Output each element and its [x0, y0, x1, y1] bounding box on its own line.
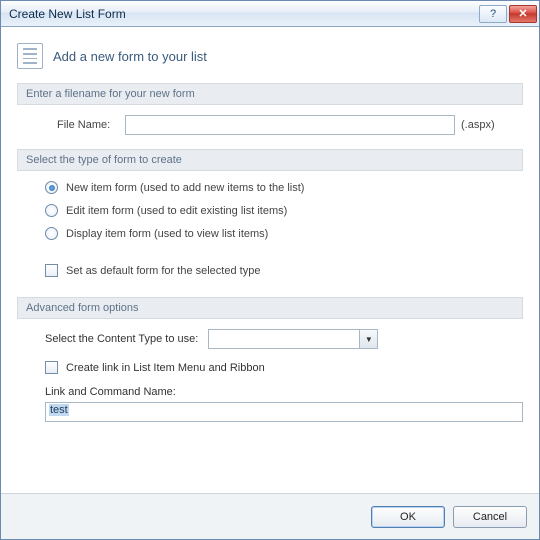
window-title: Create New List Form — [9, 7, 477, 21]
dialog-subtitle: Add a new form to your list — [53, 49, 207, 64]
link-name-label: Link and Command Name: — [45, 386, 176, 398]
radio-label: Edit item form (used to edit existing li… — [66, 205, 287, 217]
radio-icon — [45, 204, 58, 217]
filename-section: Enter a filename for your new form File … — [17, 83, 523, 135]
help-button[interactable]: ? — [479, 5, 507, 23]
advanced-section: Advanced form options Select the Content… — [17, 297, 523, 422]
help-icon: ? — [490, 8, 496, 20]
dialog-window: Create New List Form ? ✕ Add a new form … — [0, 0, 540, 540]
form-icon — [17, 43, 43, 69]
radio-label: New item form (used to add new items to … — [66, 182, 304, 194]
dialog-header: Add a new form to your list — [17, 43, 523, 69]
content-type-label: Select the Content Type to use: — [45, 333, 198, 345]
radio-new-item-form[interactable]: New item form (used to add new items to … — [45, 181, 523, 194]
titlebar: Create New List Form ? ✕ — [1, 1, 539, 27]
cancel-button[interactable]: Cancel — [453, 506, 527, 528]
link-name-value: test — [49, 404, 69, 416]
content-type-value — [209, 330, 359, 348]
dialog-content: Add a new form to your list Enter a file… — [1, 27, 539, 493]
checkbox-icon — [45, 361, 58, 374]
close-icon: ✕ — [518, 7, 527, 20]
content-type-combo[interactable]: ▼ — [208, 329, 378, 349]
advanced-heading: Advanced form options — [17, 297, 523, 319]
form-type-section: Select the type of form to create New it… — [17, 149, 523, 277]
filename-suffix: (.aspx) — [461, 119, 495, 131]
radio-icon — [45, 227, 58, 240]
checkbox-icon — [45, 264, 58, 277]
filename-label: File Name: — [57, 119, 125, 131]
ok-label: OK — [400, 511, 416, 523]
ok-button[interactable]: OK — [371, 506, 445, 528]
link-name-input[interactable]: test — [45, 402, 523, 422]
cancel-label: Cancel — [473, 511, 507, 523]
checkbox-set-default[interactable]: Set as default form for the selected typ… — [45, 264, 523, 277]
form-type-heading: Select the type of form to create — [17, 149, 523, 171]
filename-input[interactable] — [125, 115, 455, 135]
checkbox-create-link[interactable]: Create link in List Item Menu and Ribbon — [66, 362, 265, 374]
filename-heading: Enter a filename for your new form — [17, 83, 523, 105]
dialog-footer: OK Cancel — [1, 493, 539, 539]
radio-display-item-form[interactable]: Display item form (used to view list ite… — [45, 227, 523, 240]
radio-icon — [45, 181, 58, 194]
close-button[interactable]: ✕ — [509, 5, 537, 23]
checkbox-label: Set as default form for the selected typ… — [66, 265, 260, 277]
radio-label: Display item form (used to view list ite… — [66, 228, 268, 240]
chevron-down-icon: ▼ — [359, 330, 377, 348]
radio-edit-item-form[interactable]: Edit item form (used to edit existing li… — [45, 204, 523, 217]
